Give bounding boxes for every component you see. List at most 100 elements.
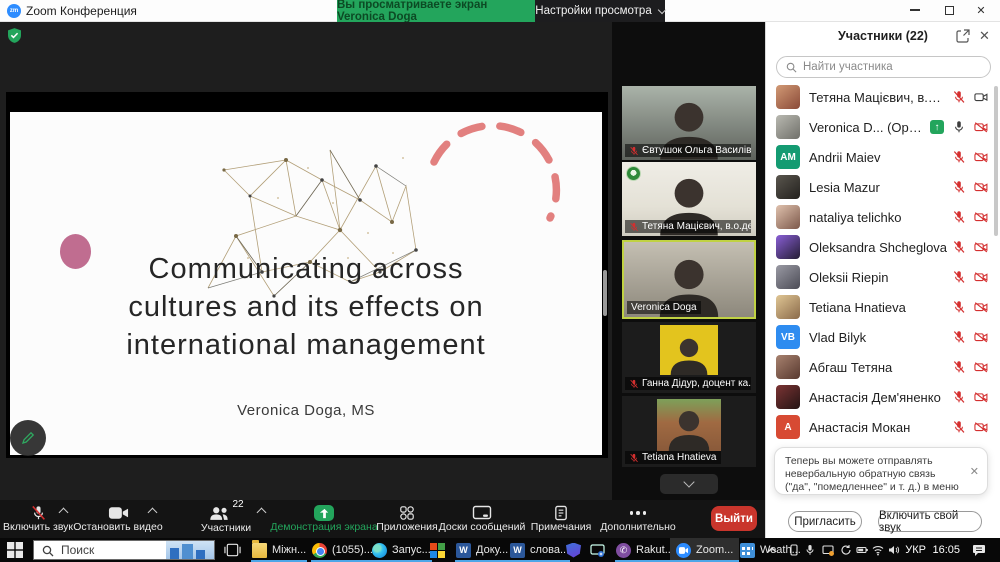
participant-row[interactable]: Lesia Mazur [766, 172, 994, 202]
taskbar-app-label: Zoom... [696, 544, 733, 556]
camera-off-icon [974, 270, 988, 284]
sync-tray-icon[interactable] [840, 544, 852, 556]
taskbar-app-zoom[interactable]: Zoom... [670, 538, 739, 562]
office-icon [430, 543, 445, 558]
screen-sharing-icon: ↑ [930, 120, 944, 134]
participant-row[interactable]: Oleksii Riepin [766, 262, 994, 292]
participant-row[interactable]: Тетяна Мацієвич, в.о.декан... (Я) [766, 82, 994, 112]
leave-meeting-button[interactable]: Выйти [711, 506, 757, 531]
participant-row[interactable]: VB Vlad Bilyk [766, 322, 994, 352]
video-tile[interactable]: Тетяна Мацієвич, в.о.де... [622, 162, 756, 236]
mic-tray-icon[interactable] [804, 544, 816, 556]
panel-close-icon[interactable]: ✕ [979, 28, 990, 44]
avatar [776, 235, 800, 259]
mic-muted-icon [29, 505, 48, 521]
panel-scrollbar[interactable] [994, 86, 998, 236]
search-highlight-image [166, 541, 214, 560]
close-button[interactable]: ✕ [966, 0, 996, 20]
participant-row[interactable]: A Анастасія Мокан [766, 412, 994, 442]
security-shield-icon[interactable] [8, 28, 21, 43]
video-tile[interactable]: Ганна Дідур, доцент ка... [622, 322, 756, 393]
participant-row[interactable]: Oleksandra Shcheglova [766, 232, 994, 262]
clock[interactable]: 16:05 [932, 544, 960, 556]
annotate-button[interactable] [10, 420, 46, 456]
mic-off-icon [952, 270, 966, 284]
toast-close-icon[interactable]: ✕ [970, 466, 979, 479]
phone-icon[interactable] [788, 544, 800, 556]
participant-search[interactable] [776, 56, 991, 78]
status-icons: ↑ [930, 120, 988, 134]
participants-button-label: Участники [201, 522, 251, 534]
mic-off-icon [952, 180, 966, 194]
viber-icon: ✆ [616, 543, 631, 558]
notes-button[interactable]: Примечания [526, 502, 596, 536]
view-options-label: Настройки просмотра [535, 5, 651, 17]
language-indicator[interactable]: УКР [905, 544, 926, 556]
volume-icon[interactable] [888, 544, 900, 556]
status-icons [952, 300, 988, 314]
more-button-label: Дополнительно [600, 521, 676, 533]
participant-name: Veronica D... (Организатор) [809, 120, 926, 135]
status-icons [952, 240, 988, 254]
minimize-button[interactable] [900, 0, 930, 20]
popout-icon[interactable] [956, 29, 970, 43]
share-screen-button[interactable]: Демонстрация экрана [276, 502, 372, 536]
status-icons [952, 90, 988, 104]
participant-row[interactable]: AM Andrii Maiev [766, 142, 994, 172]
task-view-icon[interactable] [224, 543, 241, 557]
tile-name-label: Veronica Doga [627, 301, 701, 314]
mic-off-icon [952, 150, 966, 164]
video-tile-active-speaker[interactable]: Veronica Doga [622, 240, 756, 319]
status-icons [952, 360, 988, 374]
camera-off-icon [974, 330, 988, 344]
participant-row[interactable]: Абгаш Тетяна [766, 352, 994, 382]
tile-name-label: Тетяна Мацієвич, в.о.де... [625, 220, 751, 233]
word-icon: W [456, 543, 471, 558]
invite-button[interactable]: Пригласить [788, 511, 862, 532]
participant-row[interactable]: nataliya telichko [766, 202, 994, 232]
stop-video-button[interactable]: Остановить видео [78, 502, 158, 536]
participants-list: Тетяна Мацієвич, в.о.декан... (Я) Veroni… [766, 82, 994, 442]
unmute-self-button[interactable]: Включить свой звук [878, 511, 982, 532]
whiteboards-button[interactable]: Доски сообщений [440, 502, 524, 536]
mic-off-icon [629, 222, 639, 232]
screen-share-tray-icon[interactable] [822, 544, 834, 556]
taskbar-search[interactable] [33, 540, 215, 560]
participant-row[interactable]: Tetiana Hnatieva [766, 292, 994, 322]
tile-name: Ганна Дідур, доцент ка... [642, 378, 751, 389]
participant-row[interactable]: Veronica D... (Организатор) ↑ [766, 112, 994, 142]
avatar [776, 115, 800, 139]
battery-icon[interactable] [856, 544, 868, 556]
more-button[interactable]: Дополнительно [600, 502, 676, 536]
taskbar-app-office[interactable] [424, 538, 451, 562]
video-tile[interactable]: Tetiana Hnatieva [622, 396, 756, 467]
taskbar-search-input[interactable] [61, 542, 166, 558]
apps-button[interactable]: Приложения [378, 502, 436, 536]
video-tile[interactable]: Євтушок Ольга Василів... [622, 86, 756, 160]
shield-icon [566, 543, 581, 558]
taskbar-app-security[interactable] [560, 538, 587, 562]
taskbar-app-sync[interactable] [584, 538, 611, 562]
search-input[interactable] [803, 58, 983, 76]
tile-name-label: Євтушок Ольга Василів... [625, 144, 751, 157]
camera-off-icon [974, 390, 988, 404]
more-tiles-button[interactable] [660, 474, 718, 494]
start-button-icon[interactable] [7, 542, 23, 558]
maximize-button[interactable] [934, 0, 964, 20]
search-icon [786, 62, 797, 73]
tray-expand-icon[interactable] [766, 544, 778, 556]
profile-photo [660, 325, 718, 375]
apps-icon [398, 505, 416, 521]
participants-button[interactable]: 22 Участники [192, 502, 260, 536]
camera-off-icon [974, 360, 988, 374]
taskbar-app-folder[interactable]: Міжн... [246, 538, 312, 562]
action-center-icon[interactable] [972, 544, 986, 556]
slide-scrollbar[interactable] [603, 270, 607, 316]
view-options-button[interactable]: Настройки просмотра [535, 0, 665, 22]
status-icons [952, 180, 988, 194]
participant-row[interactable]: Анастасія Дем'яненко [766, 382, 994, 412]
mic-off-icon [952, 360, 966, 374]
video-thumbnails-strip: Євтушок Ольга Василів... Тетяна Мацієвич… [612, 22, 765, 500]
viewing-screen-banner: Вы просматриваете экран Veronica Doga [337, 0, 535, 22]
wifi-icon[interactable] [872, 544, 884, 556]
